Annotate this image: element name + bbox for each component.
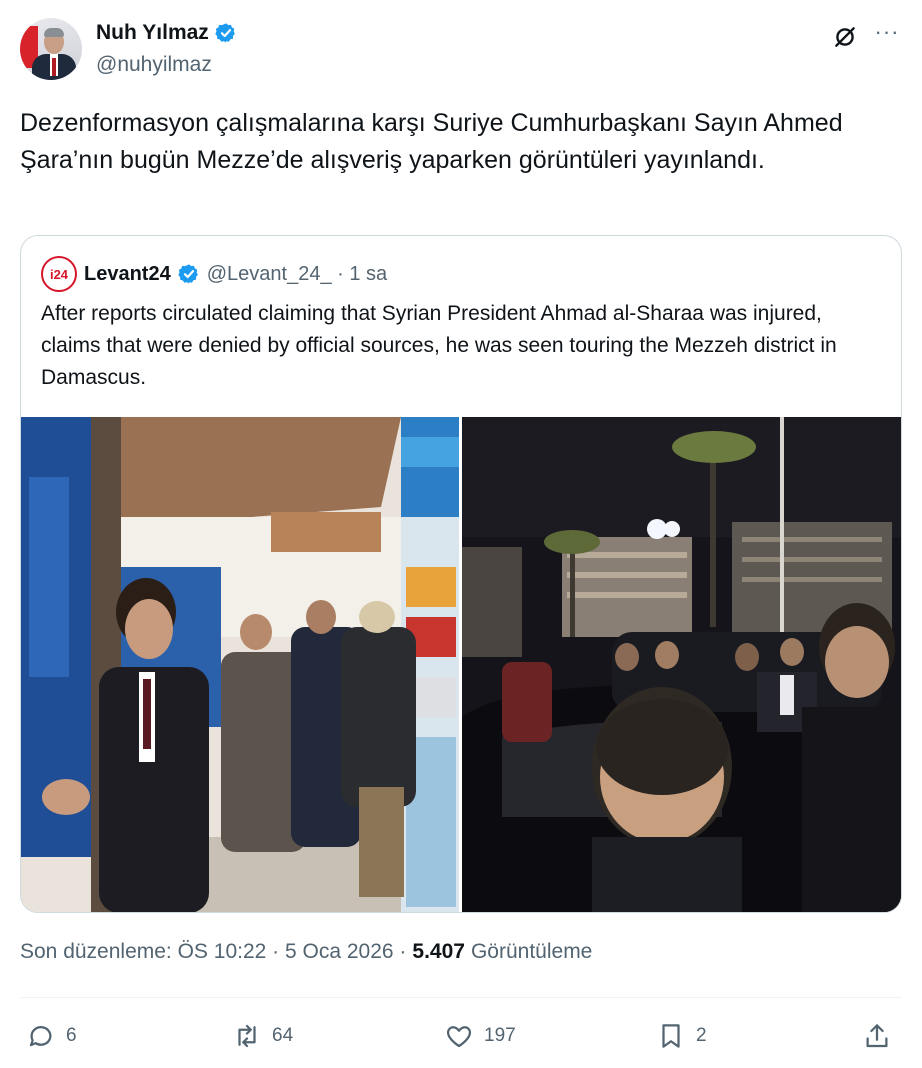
like-icon xyxy=(446,1026,472,1048)
reply-icon xyxy=(29,1026,52,1047)
verified-badge-icon xyxy=(177,264,198,284)
quoted-handle-time: @Levant_24_ · 1 sa xyxy=(206,262,388,285)
author-display-name[interactable]: Nuh Yılmaz xyxy=(96,21,209,45)
media-photo-street[interactable] xyxy=(462,417,901,912)
divider xyxy=(20,997,902,998)
bookmark-count: 2 xyxy=(696,1025,707,1046)
quoted-author-name: Levant24 xyxy=(84,262,171,285)
repost-count: 64 xyxy=(272,1025,294,1046)
views-label: Görüntüleme xyxy=(470,940,593,963)
repost-icon xyxy=(238,1024,256,1048)
quoted-tweet-header: i24 Levant24 @Levant_24_ · 1 sa xyxy=(41,256,387,292)
tweet-header: Nuh Yılmaz @nuhyilmaz ··· xyxy=(20,18,902,82)
quoted-tweet-text: After reports circulated claiming that S… xyxy=(41,302,837,389)
author-avatar[interactable] xyxy=(20,18,82,80)
street-photo-illustration xyxy=(462,417,901,912)
reply-count: 6 xyxy=(66,1025,77,1046)
tweet-text: Dezenformasyon çalışmalarına karşı Suriy… xyxy=(20,109,843,174)
media-photo-store[interactable] xyxy=(21,417,459,912)
bookmark-button[interactable]: 2 xyxy=(656,1016,707,1056)
bookmark-icon xyxy=(662,1024,680,1048)
quoted-author-avatar: i24 xyxy=(41,256,77,292)
author-handle[interactable]: @nuhyilmaz xyxy=(96,53,212,77)
grok-icon[interactable] xyxy=(832,24,858,50)
quoted-tweet[interactable]: i24 Levant24 @Levant_24_ · 1 sa After re… xyxy=(20,235,902,913)
share-icon xyxy=(866,1024,888,1048)
quoted-media xyxy=(21,417,901,912)
store-photo-illustration xyxy=(21,417,459,912)
like-count: 197 xyxy=(484,1025,516,1046)
more-icon[interactable]: ··· xyxy=(874,21,900,48)
repost-button[interactable]: 64 xyxy=(232,1016,293,1056)
verified-badge-icon xyxy=(215,23,235,43)
tweet-meta: Son düzenleme: ÖS 10:22 · 5 Oca 2026 · 5… xyxy=(20,940,592,964)
author-name-row: Nuh Yılmaz xyxy=(96,21,237,45)
edited-timestamp[interactable]: Son düzenleme: ÖS 10:22 · 5 Oca 2026 · xyxy=(20,940,406,964)
action-bar: 6 64 197 2 xyxy=(20,1016,902,1060)
reply-button[interactable]: 6 xyxy=(26,1016,77,1056)
views-count: 5.407 xyxy=(412,940,465,963)
share-button[interactable] xyxy=(862,1016,892,1056)
like-button[interactable]: 197 xyxy=(444,1016,516,1056)
